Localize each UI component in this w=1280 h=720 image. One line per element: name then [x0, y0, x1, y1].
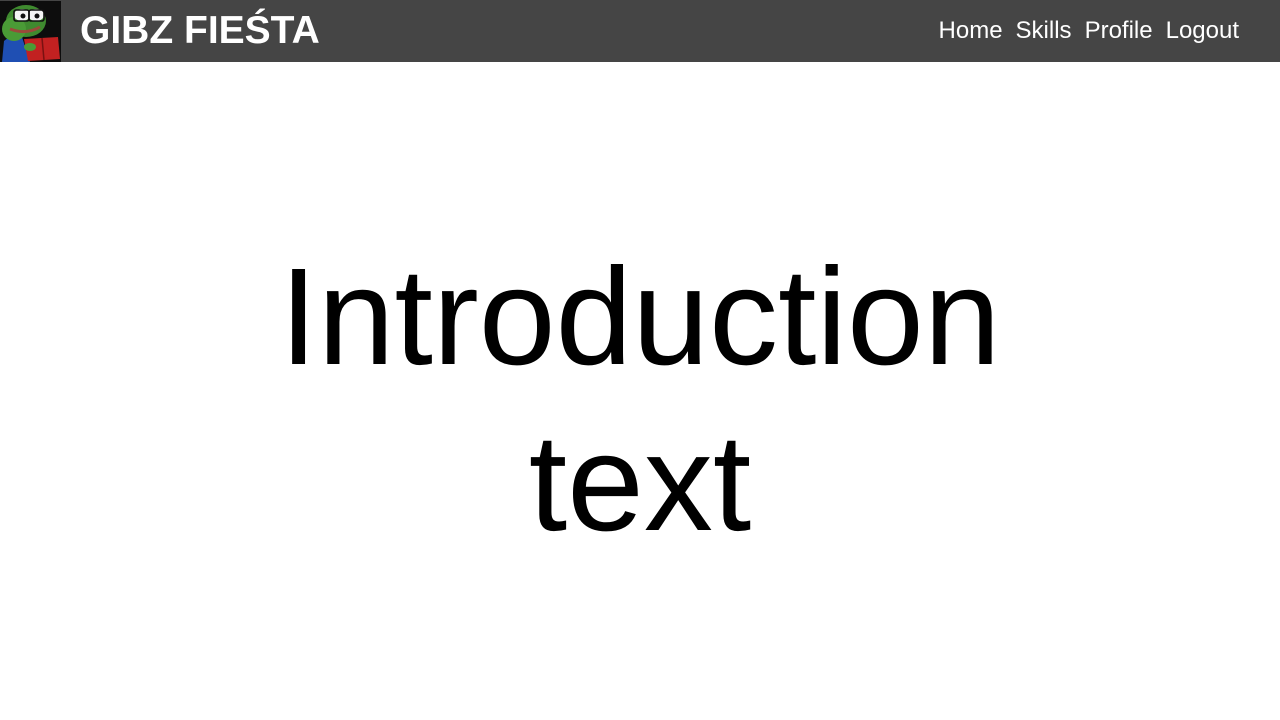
site-brand-title[interactable]: GIBZ FIEŚTA — [80, 0, 320, 62]
nav-logout-link[interactable]: Logout — [1166, 0, 1239, 62]
main-nav: Home Skills Profile Logout — [939, 0, 1239, 62]
top-navbar: GIBZ FIEŚTA Home Skills Profile Logout — [0, 0, 1280, 62]
main-content: Introduction text — [0, 62, 1280, 720]
nav-profile-link[interactable]: Profile — [1085, 0, 1153, 62]
introduction-text: Introduction text — [279, 240, 1001, 560]
nav-skills-link[interactable]: Skills — [1016, 0, 1072, 62]
nav-home-link[interactable]: Home — [939, 0, 1003, 62]
pepe-frog-logo-graphic — [0, 0, 61, 62]
pepe-frog-logo-icon[interactable] — [0, 0, 61, 62]
